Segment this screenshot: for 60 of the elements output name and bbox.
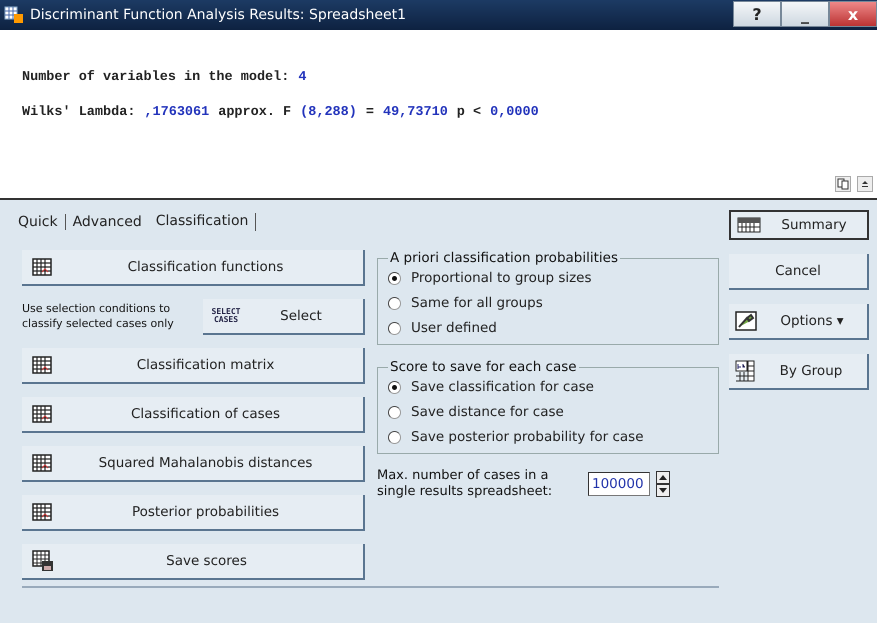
- radio-option[interactable]: Same for all groups: [388, 295, 708, 311]
- radio-button[interactable]: [388, 272, 401, 284]
- table-save-icon: [32, 550, 54, 572]
- tab[interactable]: Classification: [148, 213, 256, 231]
- result-label: p <: [456, 105, 482, 120]
- radio-option[interactable]: User defined: [388, 320, 708, 336]
- help-button[interactable]: ?: [733, 1, 781, 27]
- table-icon: [32, 258, 52, 276]
- copy-icon: [837, 178, 849, 190]
- options-icon: [735, 311, 757, 331]
- select-button[interactable]: SELECT CASES Select: [203, 299, 365, 335]
- result-label: =: [366, 105, 374, 120]
- radio-button[interactable]: [388, 296, 401, 310]
- result-value: 49,73710: [382, 105, 448, 120]
- eject-icon: [860, 179, 870, 189]
- radio-button[interactable]: [388, 430, 401, 444]
- tab[interactable]: Advanced: [66, 214, 149, 230]
- result-value: 4: [298, 70, 306, 85]
- result-label: approx. F: [218, 105, 292, 120]
- app-icon: [4, 6, 24, 24]
- action-button[interactable]: Classification of cases: [22, 397, 365, 433]
- max-cases-field[interactable]: 100000: [588, 472, 650, 496]
- table-icon: [32, 454, 52, 472]
- options-button[interactable]: Options ▾: [729, 304, 869, 340]
- expand-button[interactable]: [857, 176, 873, 192]
- dialog-button[interactable]: Cancel: [729, 254, 869, 290]
- action-button[interactable]: Squared Mahalanobis distances: [22, 446, 365, 482]
- selection-note: Use selection conditions to classify selected cases only: [22, 302, 175, 332]
- minimize-button[interactable]: _: [781, 1, 829, 27]
- action-button[interactable]: Save scores: [22, 544, 365, 580]
- spin-buttons[interactable]: [656, 470, 670, 497]
- result-label: Number of variables in the model:: [22, 70, 290, 85]
- result-value: ,1763061: [144, 105, 210, 120]
- result-value: (8,288): [300, 105, 357, 120]
- close-button[interactable]: x: [829, 1, 877, 27]
- table-icon: [737, 217, 761, 233]
- radio-option[interactable]: Save distance for case: [388, 404, 708, 420]
- group-title: A priori classification probabilities: [389, 250, 619, 266]
- by-group-icon: [735, 360, 755, 382]
- tab[interactable]: Quick: [18, 214, 66, 230]
- action-button[interactable]: Classification matrix: [22, 348, 365, 384]
- table-icon: [32, 405, 52, 423]
- radio-option[interactable]: Save posterior probability for case: [388, 429, 708, 445]
- radio-button[interactable]: [388, 322, 401, 334]
- action-button[interactable]: Posterior probabilities: [22, 495, 365, 531]
- result-label: Wilks' Lambda:: [22, 105, 136, 120]
- copy-button[interactable]: [835, 176, 851, 192]
- action-button[interactable]: Classification functions: [22, 250, 365, 286]
- radio-option[interactable]: Save classification for case: [388, 379, 708, 395]
- result-value: 0,0000: [490, 105, 539, 120]
- bygroup-button[interactable]: By Group: [729, 354, 869, 390]
- field-label: Max. number of cases in a single results spreadsheet:: [377, 468, 554, 500]
- table-icon: [32, 356, 52, 374]
- table-icon: [32, 503, 52, 521]
- summary-button[interactable]: Summary: [729, 210, 869, 240]
- window-title: Discriminant Function Analysis Results: Spreadsheet1: [30, 7, 408, 23]
- radio-button[interactable]: [388, 380, 401, 394]
- radio-button[interactable]: [388, 406, 401, 418]
- group-title: Score to save for each case: [389, 359, 578, 375]
- radio-option[interactable]: Proportional to group sizes: [388, 270, 708, 286]
